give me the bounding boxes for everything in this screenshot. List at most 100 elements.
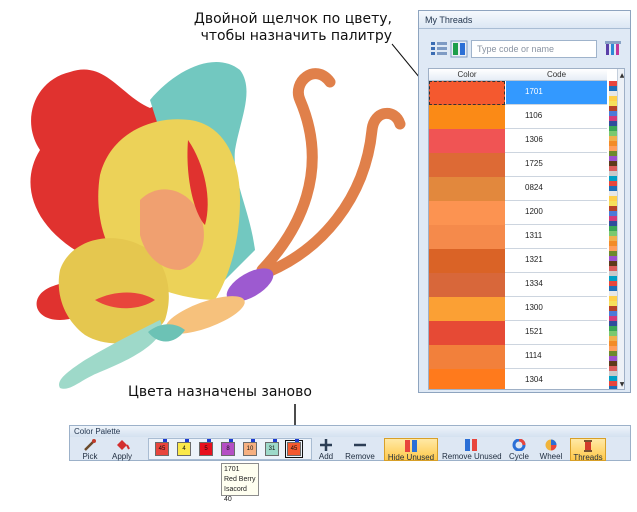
thread-code: 1725 — [525, 159, 543, 168]
scroll-up-icon[interactable]: ▲ — [618, 71, 624, 80]
thread-row[interactable]: 0824 — [429, 177, 607, 201]
butterfly-artwork — [30, 61, 406, 389]
thread-spool-icon — [584, 440, 592, 452]
cycle-icon — [512, 439, 526, 451]
thread-row[interactable]: 1334 — [429, 273, 607, 297]
palette-chip[interactable]: 8 — [221, 439, 235, 456]
thread-swatch[interactable] — [429, 81, 505, 105]
scroll-down-icon[interactable]: ▼ — [618, 380, 624, 389]
minus-icon — [354, 443, 366, 447]
thread-code: 1334 — [525, 279, 543, 288]
thread-rows: 1701 1106 1306 1725 0824 1200 1311 1321 1334 1300… — [429, 81, 607, 389]
palette-title: Color Palette — [70, 426, 630, 437]
thread-row[interactable]: 1725 — [429, 153, 607, 177]
chip-marker — [163, 439, 167, 442]
threads-button[interactable]: Threads — [570, 438, 606, 462]
chip-marker — [295, 439, 299, 442]
thread-swatch[interactable] — [429, 201, 505, 225]
add-button[interactable]: Add — [314, 438, 338, 461]
color-strip — [609, 81, 617, 389]
pick-button[interactable]: Pick — [76, 438, 104, 461]
threads-window-title: My Threads — [419, 11, 630, 29]
palette-chip[interactable]: 45 — [155, 439, 169, 456]
thread-code: 1311 — [525, 231, 543, 240]
thread-row[interactable]: 1306 — [429, 129, 607, 153]
thread-code: 1114 — [525, 351, 542, 360]
list-view-icon[interactable] — [430, 40, 448, 58]
thread-row[interactable]: 1300 — [429, 297, 607, 321]
hide-unused-icon — [405, 440, 417, 452]
remove-unused-icon — [465, 439, 477, 451]
wheel-button[interactable]: Wheel — [536, 438, 566, 461]
thread-code: 1701 — [506, 81, 607, 104]
palette-chip-label: 4 — [182, 446, 186, 452]
grid-header: Color Code — [429, 69, 607, 81]
thread-row[interactable]: 1114 — [429, 345, 607, 369]
thread-code: 1304 — [525, 375, 543, 384]
palette-chip[interactable]: 4 — [177, 439, 191, 456]
thread-row[interactable]: 1200 — [429, 201, 607, 225]
column-header-color[interactable]: Color — [429, 70, 505, 79]
eyedropper-icon — [84, 439, 96, 451]
thread-code: 1300 — [525, 303, 543, 312]
palette-chip-label: 8 — [226, 446, 230, 452]
thread-chart-icon[interactable] — [604, 40, 622, 58]
add-label: Add — [318, 452, 334, 461]
threads-label: Threads — [573, 453, 603, 462]
swatch-view-icon[interactable] — [450, 40, 468, 58]
thread-swatch[interactable] — [429, 297, 505, 321]
thread-swatch[interactable] — [429, 369, 505, 389]
palette-chip[interactable]: 31 — [265, 439, 279, 456]
thread-swatch[interactable] — [429, 345, 505, 369]
thread-swatch[interactable] — [429, 153, 505, 177]
thread-swatch[interactable] — [429, 225, 505, 249]
thread-code: 1521 — [525, 327, 543, 336]
palette-chip[interactable]: 5 — [199, 439, 213, 456]
thread-swatch[interactable] — [429, 321, 505, 345]
remove-label: Remove — [345, 452, 375, 461]
thread-row[interactable]: 1311 — [429, 225, 607, 249]
annotation-colors-reassigned: Цвета назначены заново — [128, 384, 312, 400]
my-threads-window: My Threads Type code or name Color Code … — [418, 10, 631, 393]
thread-swatch[interactable] — [429, 105, 505, 129]
thread-code: 1200 — [525, 207, 543, 216]
column-header-code[interactable]: Code — [506, 70, 607, 79]
chip-marker — [251, 439, 255, 442]
cycle-button[interactable]: Cycle — [504, 438, 534, 461]
color-palette-toolbar: Color Palette Pick Apply 45 4 5 8 10 31 45 Add… — [69, 425, 631, 462]
palette-chip[interactable]: 45 — [285, 439, 303, 458]
vertical-scrollbar[interactable]: ▲ ▼ — [617, 69, 624, 389]
palette-chip-label: 31 — [268, 446, 276, 452]
palette-chip[interactable]: 10 — [243, 439, 257, 456]
pick-label: Pick — [82, 452, 98, 461]
thread-tooltip: 1701 Red Berry Isacord 40 — [221, 463, 259, 503]
thread-row[interactable]: 1106 — [429, 105, 607, 129]
remove-unused-label: Remove Unused — [442, 452, 502, 461]
thread-row[interactable]: 1321 — [429, 249, 607, 273]
wheel-label: Wheel — [539, 452, 563, 461]
cycle-label: Cycle — [508, 452, 529, 461]
thread-swatch[interactable] — [429, 129, 505, 153]
thread-row[interactable]: 1701 — [429, 81, 607, 105]
tooltip-name: Red Berry — [224, 476, 256, 483]
apply-button[interactable]: Apply — [106, 438, 138, 461]
remove-unused-button[interactable]: Remove Unused — [442, 438, 502, 461]
paint-bucket-icon — [117, 440, 130, 450]
thread-swatch[interactable] — [429, 177, 505, 201]
search-input[interactable]: Type code or name — [471, 40, 597, 58]
palette-chips: 45 4 5 8 10 31 45 — [148, 438, 312, 460]
palette-chip-label: 45 — [158, 446, 166, 452]
remove-button[interactable]: Remove — [342, 438, 378, 461]
thread-swatch[interactable] — [429, 249, 505, 273]
thread-swatch[interactable] — [429, 273, 505, 297]
plus-icon — [320, 439, 332, 451]
thread-grid: Color Code 1701 1106 1306 1725 0824 1200 1311 1… — [428, 68, 625, 390]
strip-stripe — [609, 386, 617, 389]
apply-label: Apply — [111, 452, 132, 461]
thread-row[interactable]: 1304 — [429, 369, 607, 389]
thread-code: 1106 — [525, 111, 543, 120]
thread-row[interactable]: 1521 — [429, 321, 607, 345]
chip-marker — [229, 439, 233, 442]
hide-unused-button[interactable]: Hide Unused — [384, 438, 438, 462]
thread-code: 0824 — [525, 183, 543, 192]
